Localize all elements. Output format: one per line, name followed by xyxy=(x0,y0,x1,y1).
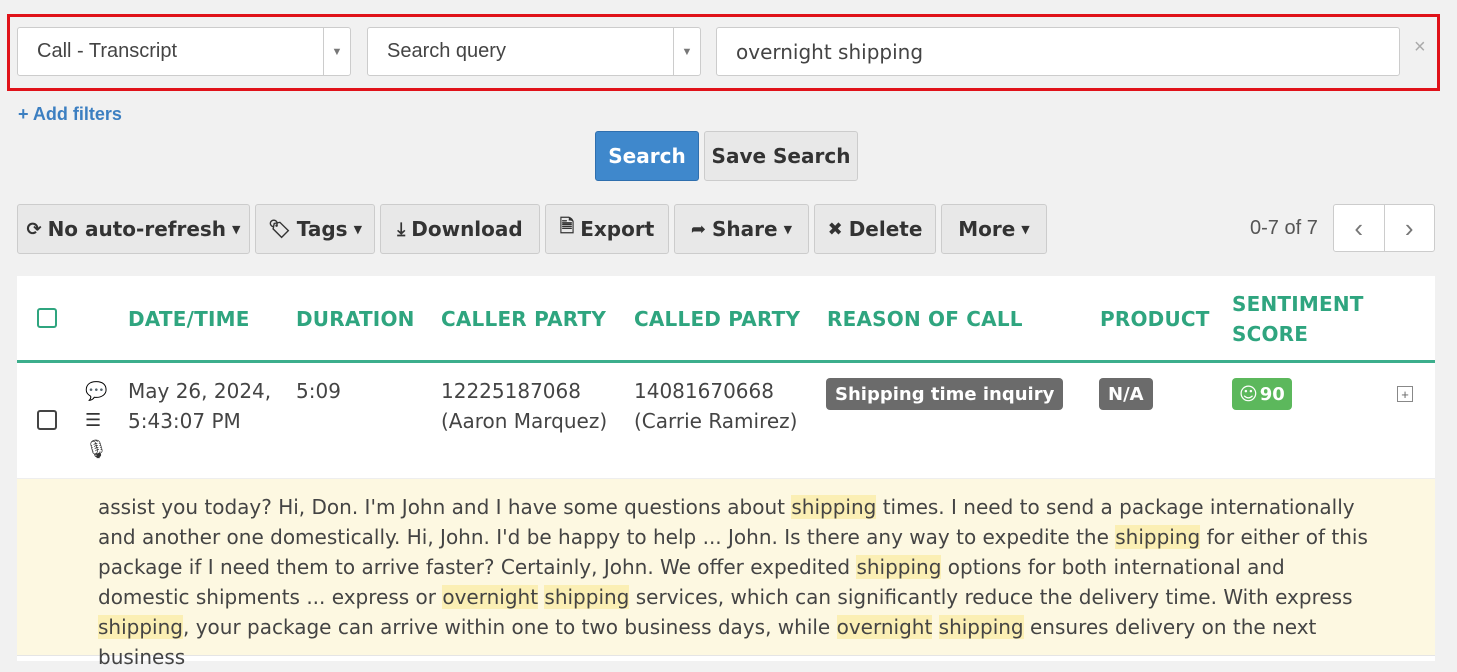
delete-button[interactable]: ✖ Delete xyxy=(814,204,936,254)
column-header-score[interactable]: SCORE xyxy=(1232,322,1308,346)
table-header: DATE/TIME DURATION CALLER PARTY CALLED P… xyxy=(17,276,1435,363)
filter-value-input[interactable]: overnight shipping xyxy=(716,27,1400,76)
row-duration: 5:09 xyxy=(296,379,341,403)
search-highlight: shipping xyxy=(856,555,942,579)
tags-dropdown[interactable]: 🏷 Tags ▼ xyxy=(255,204,375,254)
excel-file-icon: 🗎 xyxy=(559,216,575,237)
search-highlight: overnight xyxy=(836,615,933,639)
download-label: Download xyxy=(411,217,523,241)
export-button[interactable]: 🗎 Export xyxy=(545,204,669,254)
row-called-number: 14081670668 xyxy=(634,379,774,403)
share-dropdown[interactable]: ➦ Share ▼ xyxy=(674,204,809,254)
search-highlight: overnight xyxy=(442,585,539,609)
download-icon: ⤓ xyxy=(397,218,406,240)
caret-down-icon: ▼ xyxy=(783,222,793,236)
row-checkbox[interactable] xyxy=(37,410,57,430)
row-called-name: (Carrie Ramirez) xyxy=(634,409,798,433)
tags-label: Tags xyxy=(296,217,348,241)
search-highlight: shipping xyxy=(1115,525,1201,549)
column-header-reason[interactable]: REASON OF CALL xyxy=(827,307,1023,331)
add-filters-link[interactable]: + Add filters xyxy=(18,104,122,125)
transcript-text: assist you today? Hi, Don. I'm John and … xyxy=(98,495,1368,669)
select-all-checkbox[interactable] xyxy=(37,308,57,328)
row-time: 5:43:07 PM xyxy=(128,409,241,433)
share-icon: ➦ xyxy=(690,218,707,240)
column-header-datetime[interactable]: DATE/TIME xyxy=(128,307,250,331)
transcript-snippet: assist you today? Hi, Don. I'm John and … xyxy=(17,478,1435,669)
column-header-called[interactable]: CALLED PARTY xyxy=(634,307,800,331)
search-button[interactable]: Search xyxy=(595,131,699,181)
tag-icon: 🏷 xyxy=(267,218,291,240)
more-label: More xyxy=(958,217,1016,241)
share-label: Share xyxy=(712,217,778,241)
filter-operator-value: Search query xyxy=(387,40,506,62)
column-header-caller[interactable]: CALLER PARTY xyxy=(441,307,606,331)
download-button[interactable]: ⤓ Download xyxy=(380,204,540,254)
caret-down-icon: ▼ xyxy=(353,222,363,236)
sentiment-badge: ☺ 90 xyxy=(1232,378,1292,410)
search-highlight: shipping xyxy=(544,585,630,609)
list-icon[interactable]: ☰ xyxy=(85,410,101,431)
sentiment-score: 90 xyxy=(1259,383,1285,405)
add-filters-label: Add filters xyxy=(32,104,122,124)
caret-down-icon: ▼ xyxy=(232,222,241,236)
expand-row-icon[interactable]: + xyxy=(1397,386,1413,402)
chevron-down-icon[interactable]: ▼ xyxy=(673,28,700,75)
column-header-sentiment[interactable]: SENTIMENT xyxy=(1232,292,1364,316)
column-header-duration[interactable]: DURATION xyxy=(296,307,415,331)
refresh-icon: ⟳ xyxy=(26,218,42,240)
pagination-range: 0-7 of 7 xyxy=(1250,217,1318,239)
row-caller-name: (Aaron Marquez) xyxy=(441,409,608,433)
column-header-product[interactable]: PRODUCT xyxy=(1100,307,1210,331)
search-highlight: shipping xyxy=(938,615,1024,639)
product-badge: N/A xyxy=(1099,378,1153,410)
smile-icon: ☺ xyxy=(1239,383,1258,405)
row-caller-number: 12225187068 xyxy=(441,379,581,403)
search-highlight: shipping xyxy=(791,495,877,519)
reason-badge: Shipping time inquiry xyxy=(826,378,1064,410)
plus-icon: + xyxy=(18,104,29,124)
pagination-controls: ‹ › xyxy=(1333,204,1435,252)
calls-table: DATE/TIME DURATION CALLER PARTY CALLED P… xyxy=(17,276,1435,669)
chevron-down-icon[interactable]: ▼ xyxy=(323,28,350,75)
close-icon: ✖ xyxy=(827,218,843,240)
row-date: May 26, 2024, xyxy=(128,379,272,403)
auto-refresh-label: No auto-refresh xyxy=(47,217,227,241)
delete-label: Delete xyxy=(848,217,923,241)
comment-icon[interactable]: 💬 xyxy=(85,381,107,402)
more-dropdown[interactable]: More ▼ xyxy=(941,204,1047,254)
clear-filter-icon[interactable]: × xyxy=(1414,36,1426,59)
chevron-right-icon[interactable]: › xyxy=(1383,205,1435,251)
chevron-left-icon[interactable]: ‹ xyxy=(1334,205,1384,251)
filter-field-value: Call - Transcript xyxy=(37,40,178,62)
microphone-icon[interactable]: 🎙 xyxy=(85,439,108,460)
caret-down-icon: ▼ xyxy=(1021,222,1030,236)
search-highlight: shipping xyxy=(98,615,183,639)
save-search-button[interactable]: Save Search xyxy=(704,131,858,181)
filter-field-select[interactable]: Call - Transcript ▼ xyxy=(17,27,351,76)
auto-refresh-dropdown[interactable]: ⟳ No auto-refresh ▼ xyxy=(17,204,250,254)
export-label: Export xyxy=(580,217,655,241)
filter-operator-select[interactable]: Search query ▼ xyxy=(367,27,701,76)
